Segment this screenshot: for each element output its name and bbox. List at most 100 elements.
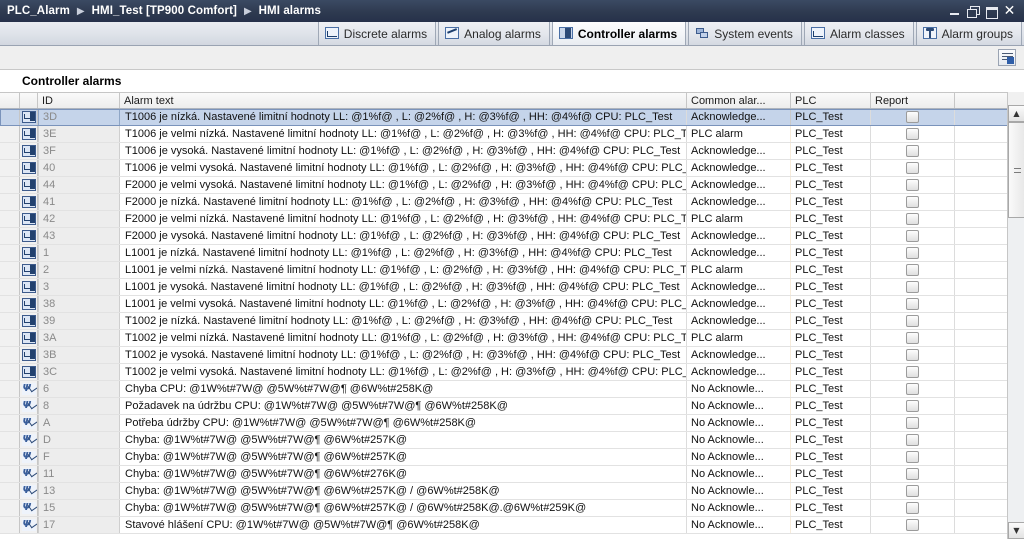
row-gutter[interactable] xyxy=(0,500,20,516)
cell-common-alarm[interactable]: PLC alarm xyxy=(687,126,791,142)
cell-common-alarm[interactable]: Acknowledge... xyxy=(687,177,791,193)
table-row[interactable]: 3D T1006 je nízká. Nastavené limitní hodn… xyxy=(0,109,1024,126)
row-gutter[interactable] xyxy=(0,245,20,261)
report-button[interactable] xyxy=(906,519,919,531)
cell-plc[interactable]: PLC_Test xyxy=(791,330,871,346)
table-row[interactable]: Ψ 17 Stavové hlášení CPU: @1W%t#7W@ @5W%t#… xyxy=(0,517,1024,534)
cell-plc[interactable]: PLC_Test xyxy=(791,211,871,227)
cell-common-alarm[interactable]: PLC alarm xyxy=(687,211,791,227)
cell-id[interactable]: F xyxy=(38,449,120,465)
table-row[interactable]: Ψ 13 Chyba: @1W%t#7W@ @5W%t#7W@¶ @6W%t#257… xyxy=(0,483,1024,500)
cell-plc[interactable]: PLC_Test xyxy=(791,500,871,516)
cell-alarm-text[interactable]: Chyba CPU: @1W%t#7W@ @5W%t#7W@¶ @6W%t#25… xyxy=(120,381,687,397)
report-button[interactable] xyxy=(906,332,919,344)
cell-plc[interactable]: PLC_Test xyxy=(791,449,871,465)
cell-plc[interactable]: PLC_Test xyxy=(791,177,871,193)
cell-alarm-text[interactable]: T1002 je velmi vysoká. Nastavené limitní… xyxy=(120,364,687,380)
cell-plc[interactable]: PLC_Test xyxy=(791,415,871,431)
report-button[interactable] xyxy=(906,485,919,497)
table-row[interactable]: 3C T1002 je velmi vysoká. Nastavené limit… xyxy=(0,364,1024,381)
scroll-up-icon[interactable]: ▲ xyxy=(1008,105,1024,122)
report-button[interactable] xyxy=(906,213,919,225)
cell-common-alarm[interactable]: No Acknowle... xyxy=(687,500,791,516)
cell-report[interactable] xyxy=(871,228,955,244)
cell-alarm-text[interactable]: Chyba: @1W%t#7W@ @5W%t#7W@¶ @6W%t#257K@ xyxy=(120,432,687,448)
cell-report[interactable] xyxy=(871,432,955,448)
cell-alarm-text[interactable]: T1002 je velmi nízká. Nastavené limitní … xyxy=(120,330,687,346)
cell-report[interactable] xyxy=(871,517,955,533)
cell-plc[interactable]: PLC_Test xyxy=(791,109,871,125)
cell-plc[interactable]: PLC_Test xyxy=(791,245,871,261)
table-row[interactable]: 2 L1001 je velmi nízká. Nastavené limitní… xyxy=(0,262,1024,279)
cell-plc[interactable]: PLC_Test xyxy=(791,228,871,244)
row-gutter[interactable] xyxy=(0,262,20,278)
cell-alarm-text[interactable]: L1001 je velmi vysoká. Nastavené limitní… xyxy=(120,296,687,312)
cell-report[interactable] xyxy=(871,381,955,397)
cell-alarm-text[interactable]: T1006 je velmi nízká. Nastavené limitní … xyxy=(120,126,687,142)
cell-common-alarm[interactable]: No Acknowle... xyxy=(687,398,791,414)
cell-plc[interactable]: PLC_Test xyxy=(791,279,871,295)
cell-report[interactable] xyxy=(871,194,955,210)
table-row[interactable]: Ψ 8 Požadavek na údržbu CPU: @1W%t#7W@ @5W… xyxy=(0,398,1024,415)
cell-id[interactable]: D xyxy=(38,432,120,448)
cell-id[interactable]: 6 xyxy=(38,381,120,397)
header-common-alarm[interactable]: Common alar... xyxy=(687,93,791,108)
cell-id[interactable]: 41 xyxy=(38,194,120,210)
cell-id[interactable]: 3C xyxy=(38,364,120,380)
tab-controller-alarms[interactable]: Controller alarms xyxy=(551,22,687,45)
cell-alarm-text[interactable]: T1002 je nízká. Nastavené limitní hodnot… xyxy=(120,313,687,329)
restore-icon[interactable] xyxy=(967,5,980,18)
cell-id[interactable]: 39 xyxy=(38,313,120,329)
report-button[interactable] xyxy=(906,366,919,378)
cell-common-alarm[interactable]: Acknowledge... xyxy=(687,347,791,363)
row-gutter[interactable] xyxy=(0,330,20,346)
cell-id[interactable]: 3F xyxy=(38,143,120,159)
report-button[interactable] xyxy=(906,383,919,395)
report-button[interactable] xyxy=(906,230,919,242)
cell-report[interactable] xyxy=(871,262,955,278)
cell-report[interactable] xyxy=(871,415,955,431)
cell-alarm-text[interactable]: F2000 je velmi vysoká. Nastavené limitní… xyxy=(120,177,687,193)
cell-id[interactable]: 40 xyxy=(38,160,120,176)
report-button[interactable] xyxy=(906,400,919,412)
cell-alarm-text[interactable]: F2000 je vysoká. Nastavené limitní hodno… xyxy=(120,228,687,244)
cell-report[interactable] xyxy=(871,483,955,499)
cell-plc[interactable]: PLC_Test xyxy=(791,296,871,312)
cell-id[interactable]: 42 xyxy=(38,211,120,227)
tab-analog-alarms[interactable]: Analog alarms xyxy=(438,22,550,45)
cell-common-alarm[interactable]: No Acknowle... xyxy=(687,466,791,482)
report-button[interactable] xyxy=(906,349,919,361)
cell-common-alarm[interactable]: Acknowledge... xyxy=(687,109,791,125)
cell-plc[interactable]: PLC_Test xyxy=(791,398,871,414)
table-row[interactable]: 40 T1006 je velmi vysoká. Nastavené limit… xyxy=(0,160,1024,177)
cell-id[interactable]: 3E xyxy=(38,126,120,142)
row-gutter[interactable] xyxy=(0,279,20,295)
cell-common-alarm[interactable]: Acknowledge... xyxy=(687,279,791,295)
table-row[interactable]: 3A T1002 je velmi nízká. Nastavené limitn… xyxy=(0,330,1024,347)
cell-report[interactable] xyxy=(871,109,955,125)
tab-alarm-groups[interactable]: Alarm groups xyxy=(915,22,1022,45)
row-gutter[interactable] xyxy=(0,466,20,482)
cell-common-alarm[interactable]: No Acknowle... xyxy=(687,415,791,431)
report-button[interactable] xyxy=(906,315,919,327)
cell-id[interactable]: 13 xyxy=(38,483,120,499)
breadcrumb-item-hmi-alarms[interactable]: HMI alarms xyxy=(259,5,321,17)
report-button[interactable] xyxy=(906,417,919,429)
report-button[interactable] xyxy=(906,179,919,191)
cell-alarm-text[interactable]: F2000 je velmi nízká. Nastavené limitní … xyxy=(120,211,687,227)
report-button[interactable] xyxy=(906,196,919,208)
cell-common-alarm[interactable]: PLC alarm xyxy=(687,262,791,278)
cell-report[interactable] xyxy=(871,330,955,346)
report-button[interactable] xyxy=(906,145,919,157)
cell-id[interactable]: 2 xyxy=(38,262,120,278)
row-gutter[interactable] xyxy=(0,194,20,210)
vertical-scrollbar[interactable]: ▲ ▼ xyxy=(1007,92,1024,539)
cell-id[interactable]: 3B xyxy=(38,347,120,363)
row-gutter[interactable] xyxy=(0,228,20,244)
cell-plc[interactable]: PLC_Test xyxy=(791,517,871,533)
breadcrumb-item-device[interactable]: HMI_Test [TP900 Comfort] xyxy=(92,5,237,17)
row-gutter[interactable] xyxy=(0,347,20,363)
cell-plc[interactable]: PLC_Test xyxy=(791,381,871,397)
row-gutter[interactable] xyxy=(0,432,20,448)
report-button[interactable] xyxy=(906,502,919,514)
